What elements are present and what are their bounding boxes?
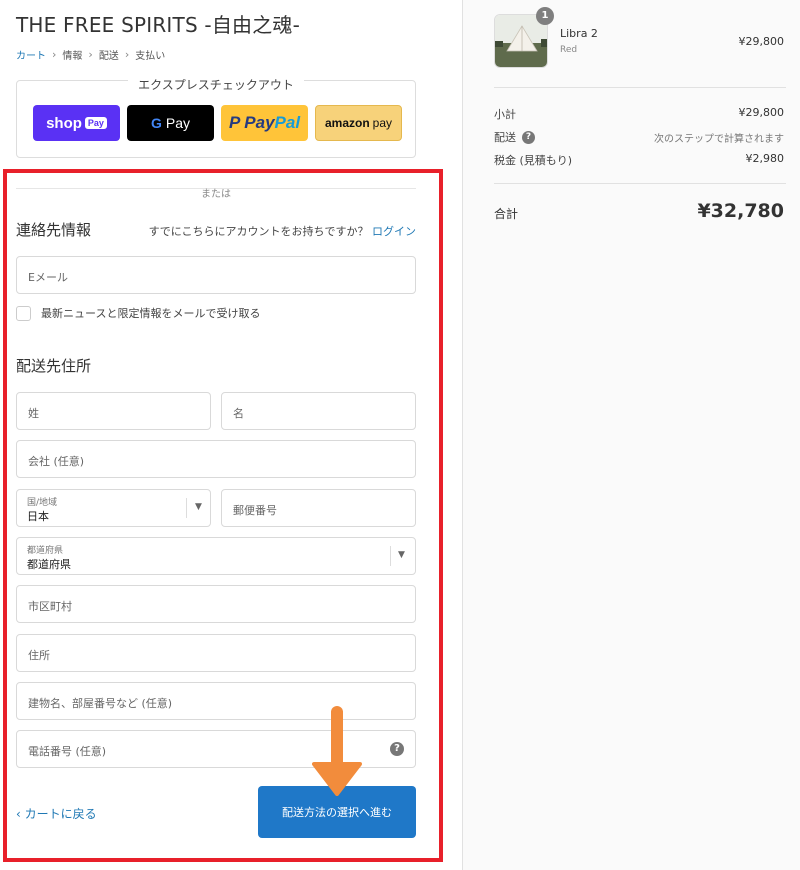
- amazon-pay-button[interactable]: amazon pay: [315, 105, 402, 141]
- summary-divider: [494, 87, 786, 88]
- chevron-right-icon: ›: [88, 48, 93, 61]
- quantity-badge: 1: [536, 7, 554, 25]
- express-checkout-title: エクスプレスチェックアウト: [128, 78, 304, 92]
- subtotal-label: 小計: [494, 108, 516, 121]
- shipping-label: 配送 ?: [494, 129, 535, 145]
- chevron-right-icon: ›: [124, 48, 130, 61]
- breadcrumb-cart[interactable]: カート: [16, 47, 46, 62]
- help-icon[interactable]: ?: [522, 130, 535, 144]
- tax-value: ¥2,980: [745, 152, 785, 165]
- breadcrumb: カート › 情報 › 配送 › 支払い: [16, 47, 165, 62]
- shop-pay-button[interactable]: shop Pay: [33, 105, 120, 141]
- highlight-box: [3, 169, 443, 862]
- checkout-main: THE FREE SPIRITS -自由之魂- カート › 情報 › 配送 › …: [0, 0, 462, 870]
- paypal-button[interactable]: P Pay Pal: [221, 105, 308, 141]
- paypal-icon: P: [228, 113, 241, 132]
- google-g-icon: G: [150, 115, 162, 131]
- product-price: ¥29,800: [738, 35, 785, 48]
- tax-label: 税金 (見積もり): [494, 154, 573, 167]
- summary-divider: [494, 183, 786, 184]
- chevron-right-icon: ›: [52, 48, 57, 61]
- breadcrumb-shipping: 配送: [98, 51, 119, 62]
- breadcrumb-info: 情報: [62, 51, 83, 62]
- product-name: Libra 2: [560, 27, 598, 40]
- breadcrumb-payment: 支払い: [135, 51, 166, 62]
- google-pay-button[interactable]: G Pay: [127, 105, 214, 141]
- total-value: ¥32,780: [697, 200, 784, 222]
- total-label: 合計: [494, 207, 519, 221]
- order-summary: 1 Libra 2 Red ¥29,800 小計 ¥29,800 配送 ? 次の…: [462, 0, 800, 870]
- subtotal-value: ¥29,800: [738, 106, 785, 119]
- express-checkout: エクスプレスチェックアウト shop Pay G Pay P Pay Pal am…: [16, 78, 416, 158]
- shipping-value: 次のステップで計算されます: [654, 134, 784, 145]
- store-title: THE FREE SPIRITS -自由之魂-: [16, 13, 301, 37]
- product-variant: Red: [560, 45, 578, 55]
